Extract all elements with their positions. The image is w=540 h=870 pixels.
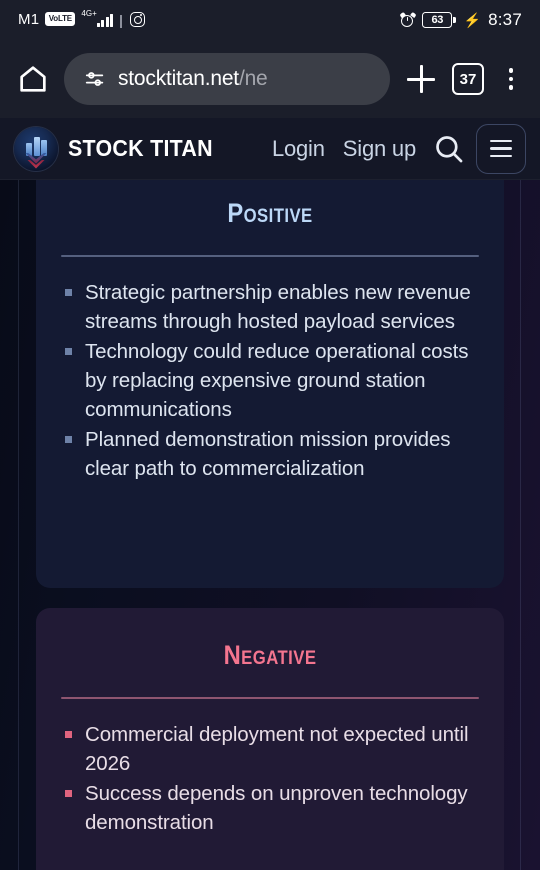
positive-card: Positive Strategic partnership enables n… <box>36 180 504 588</box>
volte-badge: VoLTE <box>45 12 76 26</box>
negative-card: Negative Commercial deployment not expec… <box>36 608 504 870</box>
battery-percent-label: 63 <box>422 12 453 28</box>
clock-time: 8:37 <box>488 10 522 29</box>
url-domain: stocktitan.net <box>118 67 239 90</box>
new-tab-button[interactable] <box>404 62 438 96</box>
brand-name[interactable]: STOCK TITAN <box>68 135 213 162</box>
browser-toolbar: stocktitan.net/ne 37 <box>0 40 540 118</box>
signal-strength-icon: 4G+ <box>81 8 114 27</box>
right-rail-divider <box>520 180 521 870</box>
site-settings-icon[interactable] <box>84 68 106 90</box>
browser-menu-icon[interactable] <box>498 62 524 96</box>
negative-bullet-list: Commercial deployment not expected until… <box>60 720 480 837</box>
left-rail-divider <box>18 180 19 870</box>
network-type-label: 4G+ <box>81 8 97 18</box>
page-content: Positive Strategic partnership enables n… <box>0 180 540 870</box>
stock-titan-logo-icon[interactable] <box>14 126 58 171</box>
site-header: STOCK TITAN Login Sign up <box>0 118 540 180</box>
positive-card-divider <box>61 255 479 257</box>
list-item: Commercial deployment not expected until… <box>60 720 480 778</box>
signal-bars-icon <box>96 13 114 27</box>
alarm-clock-icon <box>399 11 417 28</box>
url-text[interactable]: stocktitan.net/ne <box>118 67 268 91</box>
status-bar: M1 VoLTE 4G+ 63 ⚡ 8:37 <box>0 0 540 40</box>
url-path: /ne <box>238 67 268 90</box>
status-bar-right: 63 ⚡ 8:37 <box>399 10 522 30</box>
negative-card-title: Negative <box>223 640 317 670</box>
list-item: Strategic partnership enables new revenu… <box>60 278 480 336</box>
signup-link[interactable]: Sign up <box>343 136 416 162</box>
positive-card-title: Positive <box>227 198 313 228</box>
charging-bolt-icon: ⚡ <box>463 12 482 28</box>
list-item: Planned demonstration mission provides c… <box>60 425 480 483</box>
positive-bullet-list: Strategic partnership enables new revenu… <box>60 278 480 483</box>
list-item: Success depends on unproven technology d… <box>60 779 480 837</box>
search-icon[interactable] <box>432 132 466 166</box>
home-icon[interactable] <box>16 62 50 96</box>
hamburger-menu-button[interactable] <box>476 123 526 174</box>
sentiment-cards: Positive Strategic partnership enables n… <box>36 180 504 870</box>
tab-counter-button[interactable]: 37 <box>452 63 484 95</box>
carrier-label: M1 <box>18 10 40 28</box>
status-divider <box>120 14 122 28</box>
url-bar[interactable]: stocktitan.net/ne <box>64 53 390 105</box>
status-bar-left: M1 VoLTE 4G+ <box>18 8 145 28</box>
battery-icon: 63 <box>422 12 456 28</box>
list-item: Technology could reduce operational cost… <box>60 337 480 424</box>
login-link[interactable]: Login <box>272 136 325 162</box>
instagram-icon <box>129 11 145 27</box>
negative-card-divider <box>61 697 479 699</box>
